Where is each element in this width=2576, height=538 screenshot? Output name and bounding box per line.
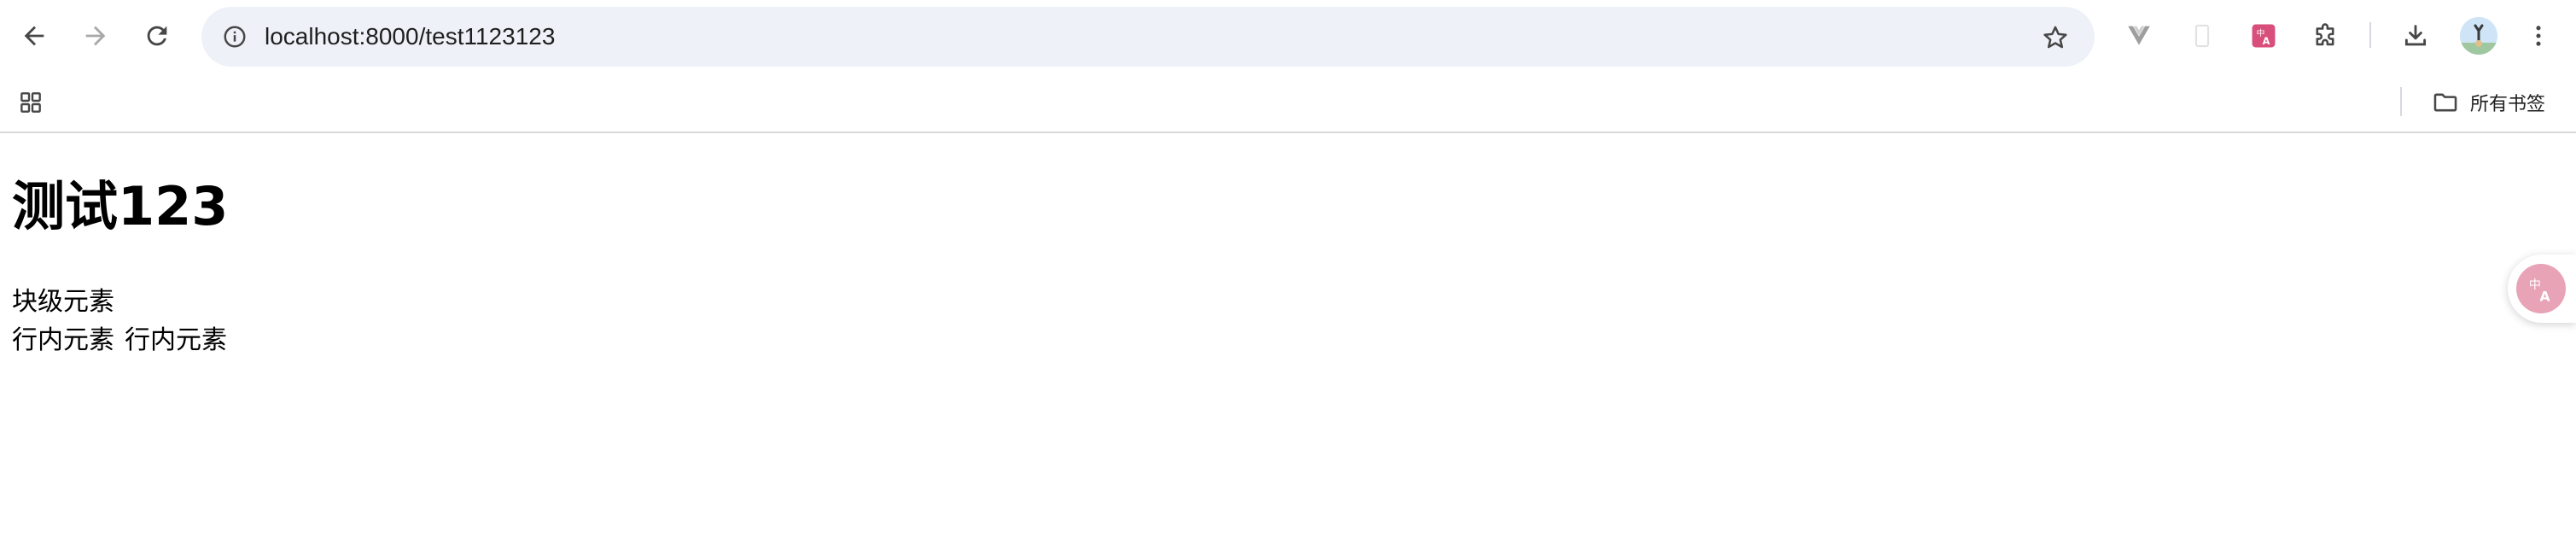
translate-icon: 中 A bbox=[2252, 24, 2276, 48]
bookmarks-bar: 所有书签 bbox=[0, 72, 2576, 133]
bookmark-star-button[interactable] bbox=[2037, 19, 2074, 56]
back-button[interactable] bbox=[14, 15, 55, 56]
folder-icon bbox=[2433, 93, 2457, 112]
block-element: 块级元素 bbox=[12, 287, 114, 317]
vue-icon bbox=[2128, 26, 2150, 45]
apps-button[interactable] bbox=[12, 84, 50, 121]
address-bar[interactable]: localhost:8000/test1123123 bbox=[201, 7, 2095, 67]
profile-avatar[interactable] bbox=[2460, 17, 2497, 55]
inline-element: 行内元素 bbox=[12, 325, 114, 355]
browser-toolbar: localhost:8000/test1123123 中 A bbox=[0, 0, 2576, 72]
vue-devtools-extension-button[interactable] bbox=[2118, 15, 2159, 56]
apps-grid-icon bbox=[20, 92, 41, 113]
translate-extension-button[interactable]: 中 A bbox=[2243, 15, 2284, 56]
arrow-right-icon bbox=[85, 26, 106, 46]
page-content: 测试123 块级元素 行内元素 行内元素 中 A bbox=[0, 135, 2576, 538]
all-bookmarks-button[interactable]: 所有书签 bbox=[2426, 84, 2550, 121]
all-bookmarks-label: 所有书签 bbox=[2470, 94, 2546, 115]
svg-text:A: A bbox=[2263, 35, 2270, 47]
info-icon bbox=[224, 26, 246, 48]
svg-text:A: A bbox=[2539, 288, 2550, 304]
site-info-button[interactable] bbox=[213, 15, 256, 58]
reload-button[interactable] bbox=[137, 15, 178, 56]
star-icon bbox=[2043, 26, 2067, 49]
translate-bubble: 中 A bbox=[2516, 264, 2566, 313]
reload-icon bbox=[147, 26, 167, 46]
avatar-image bbox=[2460, 17, 2497, 55]
inline-elements-row: 行内元素 行内元素 bbox=[12, 324, 227, 358]
url-text[interactable]: localhost:8000/test1123123 bbox=[265, 22, 555, 51]
forward-button[interactable] bbox=[75, 15, 116, 56]
download-icon bbox=[2404, 25, 2427, 46]
floating-translate-button[interactable]: 中 A bbox=[2508, 254, 2576, 323]
translate-icon: 中 A bbox=[2529, 278, 2551, 304]
page-heading: 测试123 bbox=[12, 175, 229, 237]
arrow-left-icon bbox=[24, 26, 44, 46]
downloads-button[interactable] bbox=[2395, 15, 2436, 56]
extension-placeholder-button[interactable] bbox=[2182, 15, 2223, 56]
more-vertical-icon bbox=[2536, 26, 2541, 46]
inline-element: 行内元素 bbox=[125, 325, 227, 355]
bookmarks-divider bbox=[2400, 87, 2402, 116]
browser-menu-button[interactable] bbox=[2518, 15, 2559, 56]
extension-placeholder-icon bbox=[2194, 24, 2210, 48]
puzzle-icon bbox=[2316, 23, 2334, 46]
toolbar-divider bbox=[2369, 22, 2371, 48]
extensions-menu-button[interactable] bbox=[2305, 15, 2346, 56]
